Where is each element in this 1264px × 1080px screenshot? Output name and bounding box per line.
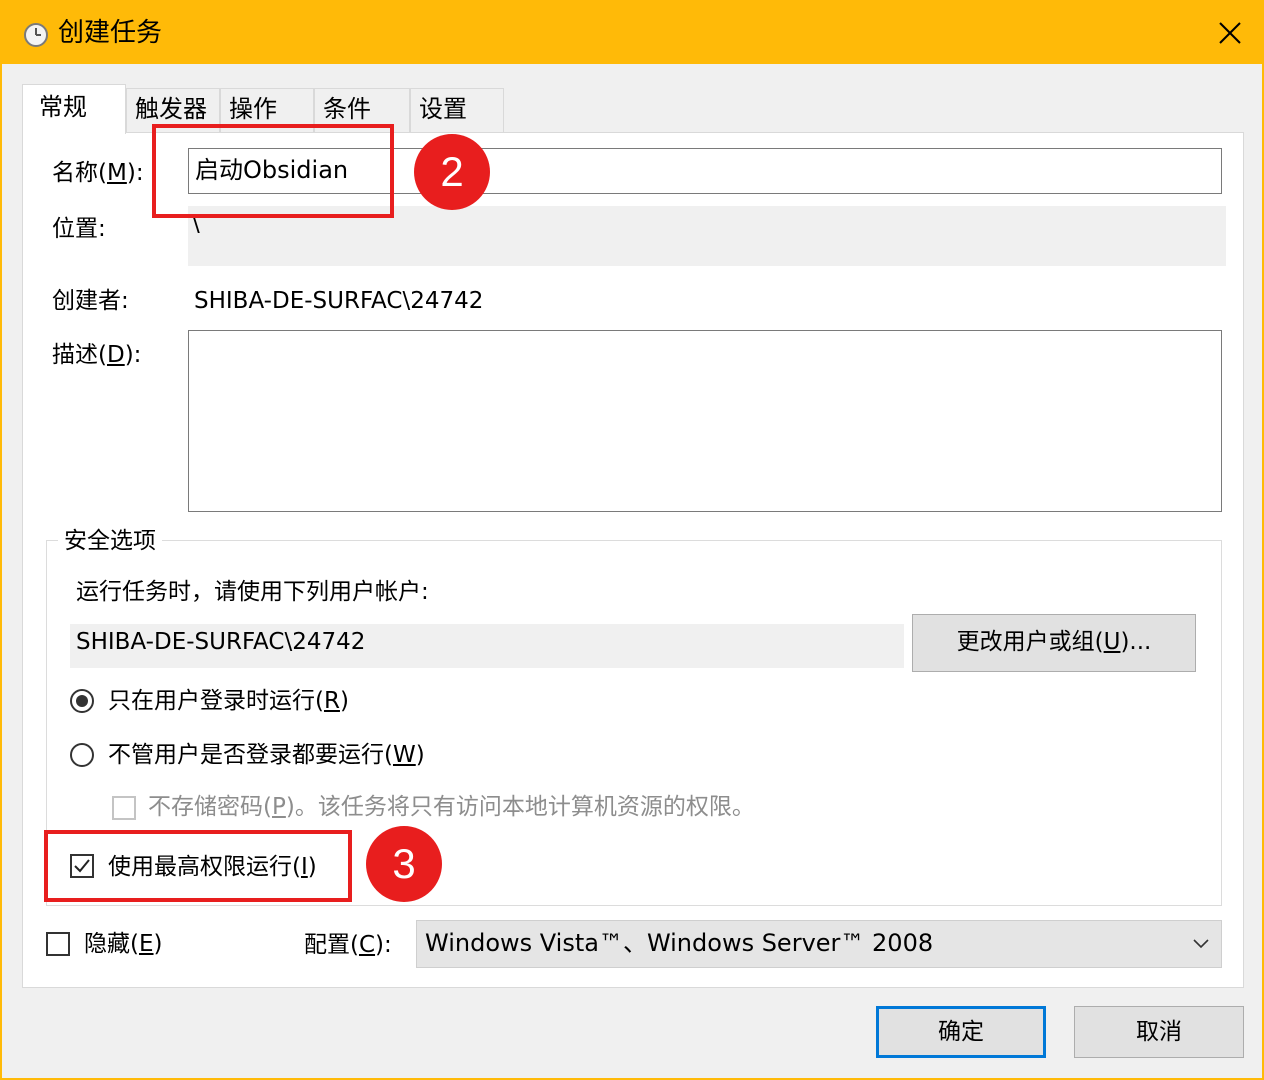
annotation-box-name — [152, 124, 394, 218]
tab-label: 常规 — [39, 93, 87, 121]
name-label: 名称(M): — [52, 160, 144, 186]
tab-label: 操作 — [229, 95, 277, 123]
tab-label: 触发器 — [135, 95, 207, 123]
user-account-value: SHIBA-DE-SURFAC\24742 — [76, 629, 366, 655]
configure-for-value: Windows Vista™、Windows Server™ 2008 — [425, 929, 934, 957]
configure-for-dropdown[interactable]: Windows Vista™、Windows Server™ 2008 — [416, 920, 1222, 968]
title-bar[interactable]: 创建任务 — [2, 2, 1262, 64]
radio-run-only-when-logged-on[interactable] — [70, 689, 94, 713]
author-value: SHIBA-DE-SURFAC\24742 — [194, 288, 484, 314]
window-title: 创建任务 — [58, 18, 163, 48]
do-not-store-password-label: 不存储密码(P)。该任务将只有访问本地计算机资源的权限。 — [148, 794, 755, 820]
radio-run-whether-logged-on[interactable] — [70, 743, 94, 767]
close-button[interactable] — [1198, 2, 1262, 64]
configure-for-label: 配置(C): — [304, 932, 392, 958]
annotation-badge-3: 3 — [366, 826, 442, 902]
tab-general[interactable]: 常规 — [22, 84, 126, 134]
author-label: 创建者: — [52, 288, 129, 314]
close-icon — [1219, 22, 1241, 44]
description-label: 描述(D): — [52, 342, 142, 368]
create-task-dialog: 创建任务 常规 触发器 操作 条件 设置 名称(M): 启动Obsidian 位… — [0, 0, 1264, 1080]
security-options-title: 安全选项 — [58, 526, 162, 556]
description-field[interactable] — [188, 330, 1222, 512]
do-not-store-password-checkbox[interactable] — [112, 796, 136, 820]
chevron-down-icon — [1193, 939, 1209, 949]
tab-label: 设置 — [419, 95, 467, 123]
radio-run-only-when-logged-on-label[interactable]: 只在用户登录时运行(R) — [108, 686, 349, 716]
user-account-field: SHIBA-DE-SURFAC\24742 — [70, 624, 904, 668]
location-label: 位置: — [52, 216, 106, 242]
ok-button[interactable]: 确定 — [876, 1006, 1046, 1058]
tab-settings[interactable]: 设置 — [410, 88, 504, 132]
hidden-label[interactable]: 隐藏(E) — [84, 929, 163, 959]
change-user-button[interactable]: 更改用户或组(U)... — [912, 614, 1196, 672]
radio-run-whether-logged-on-label[interactable]: 不管用户是否登录都要运行(W) — [108, 740, 425, 770]
annotation-box-highest-privileges — [44, 830, 352, 902]
run-as-text: 运行任务时，请使用下列用户帐户: — [76, 579, 429, 605]
hidden-checkbox[interactable] — [46, 932, 70, 956]
clock-icon — [22, 21, 50, 49]
annotation-badge-2: 2 — [414, 134, 490, 210]
tab-label: 条件 — [323, 95, 371, 123]
radio-selected-dot — [76, 695, 88, 707]
cancel-button[interactable]: 取消 — [1074, 1006, 1244, 1058]
